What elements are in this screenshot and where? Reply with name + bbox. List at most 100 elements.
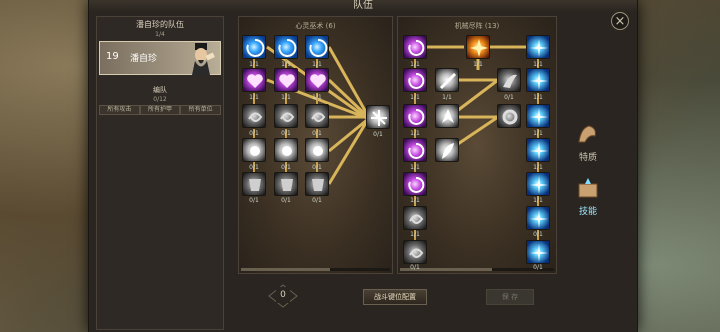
skill-node-capstone[interactable] — [366, 105, 390, 129]
skill-node-mind[interactable] — [305, 138, 329, 162]
skill-rank: 1/1 — [312, 61, 322, 68]
mask-icon — [281, 179, 293, 191]
skill-node-mech[interactable] — [526, 240, 550, 264]
skill-rank: 1/1 — [533, 130, 543, 137]
spark-icon — [530, 108, 548, 126]
shatter-icon — [371, 110, 387, 126]
mask-icon — [249, 179, 261, 191]
skill-node-mind[interactable] — [242, 68, 266, 92]
tree-scrollbar[interactable] — [241, 268, 390, 271]
spark-icon — [530, 72, 548, 90]
skill-node-mech[interactable] — [403, 68, 427, 92]
gear-icon — [502, 109, 518, 125]
traits-label: 特质 — [578, 153, 597, 163]
skill-node-mind[interactable] — [274, 104, 298, 128]
traits-button[interactable]: 特质 — [564, 122, 612, 163]
skill-node-mind[interactable] — [274, 172, 298, 196]
skill-rank: 1/1 — [410, 164, 420, 171]
skill-node-mech[interactable] — [466, 35, 490, 59]
save-button[interactable]: 保 存 — [486, 289, 534, 305]
skill-rank: 1/1 — [249, 61, 259, 68]
skill-node-mech[interactable] — [497, 68, 521, 92]
filter-attack[interactable]: 所有攻击 — [99, 105, 140, 115]
book-icon — [578, 178, 598, 198]
spark-icon — [530, 210, 548, 228]
skill-node-mind[interactable] — [305, 172, 329, 196]
skill-rank: 0/1 — [373, 131, 383, 138]
window-title: 队伍 — [353, 0, 373, 11]
skill-node-mech[interactable] — [526, 138, 550, 162]
skill-node-mind[interactable] — [242, 104, 266, 128]
close-button[interactable]: × — [611, 12, 629, 30]
skill-rank: 0/1 — [533, 264, 543, 271]
arm-icon — [578, 125, 596, 143]
skill-rank: 0/1 — [249, 197, 259, 204]
skill-rank: 0/1 — [312, 164, 322, 171]
skill-node-mind[interactable] — [242, 172, 266, 196]
heart-icon — [247, 74, 263, 88]
skill-node-mech[interactable] — [403, 206, 427, 230]
skill-node-mech[interactable] — [435, 104, 459, 128]
spark-icon — [530, 142, 548, 160]
skill-rank: 0/1 — [281, 130, 291, 137]
spiral-icon — [408, 39, 425, 56]
hero-card[interactable]: 19 潘自珍 — [99, 41, 221, 75]
skill-rank: 0/1 — [312, 197, 322, 204]
skill-node-mech[interactable] — [435, 68, 459, 92]
skill-node-mech[interactable] — [526, 206, 550, 230]
formation-label: 编队 — [153, 86, 167, 94]
skill-node-mech[interactable] — [403, 104, 427, 128]
skill-rank: 0/1 — [281, 197, 291, 204]
skill-node-mech[interactable] — [526, 172, 550, 196]
skill-node-mech[interactable] — [526, 104, 550, 128]
skill-rank: 1/1 — [281, 94, 291, 101]
skill-rank: 1/1 — [533, 197, 543, 204]
skill-rank: 0/1 — [312, 130, 322, 137]
skill-node-mech[interactable] — [403, 138, 427, 162]
skill-rank: 0/1 — [533, 231, 543, 238]
hero-name: 潘自珍 — [130, 54, 158, 64]
filter-armor[interactable]: 所有护甲 — [139, 105, 181, 115]
skill-rank: 1/1 — [410, 94, 420, 101]
formation-count: 0/12 — [153, 96, 167, 103]
filter-units[interactable]: 所有单位 — [180, 105, 222, 115]
skill-node-mech[interactable] — [435, 138, 459, 162]
skill-rank: 1/1 — [533, 61, 543, 68]
skills-label: 技能 — [578, 207, 597, 217]
skill-rank: 1/1 — [312, 94, 322, 101]
filter-row: 所有攻击 所有护甲 所有单位 — [99, 105, 222, 115]
spiral-icon — [408, 72, 425, 89]
arrow-icon — [442, 109, 454, 123]
skill-node-mech[interactable] — [403, 172, 427, 196]
tree-title-mech: 机械尽阵 (13) — [454, 22, 500, 30]
swirl-icon — [248, 112, 263, 122]
mask-icon — [312, 179, 324, 191]
skill-rank: 1/1 — [281, 61, 291, 68]
swirl-icon — [409, 248, 424, 258]
skill-node-mech[interactable] — [403, 240, 427, 264]
feather-icon — [442, 143, 454, 159]
skill-node-mech[interactable] — [403, 35, 427, 59]
blade-icon — [439, 72, 457, 90]
skill-node-mind[interactable] — [305, 104, 329, 128]
skill-node-mind[interactable] — [305, 35, 329, 59]
spiral-icon — [408, 142, 425, 159]
skill-node-mind[interactable] — [305, 68, 329, 92]
skills-button[interactable]: 技能 — [564, 176, 612, 217]
skill-node-mind[interactable] — [242, 138, 266, 162]
skill-node-mech[interactable] — [526, 35, 550, 59]
skill-node-mind[interactable] — [274, 68, 298, 92]
skill-node-mind[interactable] — [242, 35, 266, 59]
skill-node-mind[interactable] — [274, 35, 298, 59]
skill-rank: 1/1 — [410, 130, 420, 137]
skill-node-mech[interactable] — [526, 68, 550, 92]
vortex-icon — [246, 38, 265, 57]
spark-icon — [530, 39, 548, 57]
skill-rank: 1/1 — [410, 61, 420, 68]
skill-rank: 0/1 — [504, 94, 514, 101]
skill-node-mind[interactable] — [274, 138, 298, 162]
skill-node-mech[interactable] — [497, 104, 521, 128]
spark-icon — [530, 244, 548, 262]
battle-keybind-config-button[interactable]: 战斗键位配置 — [363, 289, 427, 305]
burst-icon — [313, 146, 323, 156]
